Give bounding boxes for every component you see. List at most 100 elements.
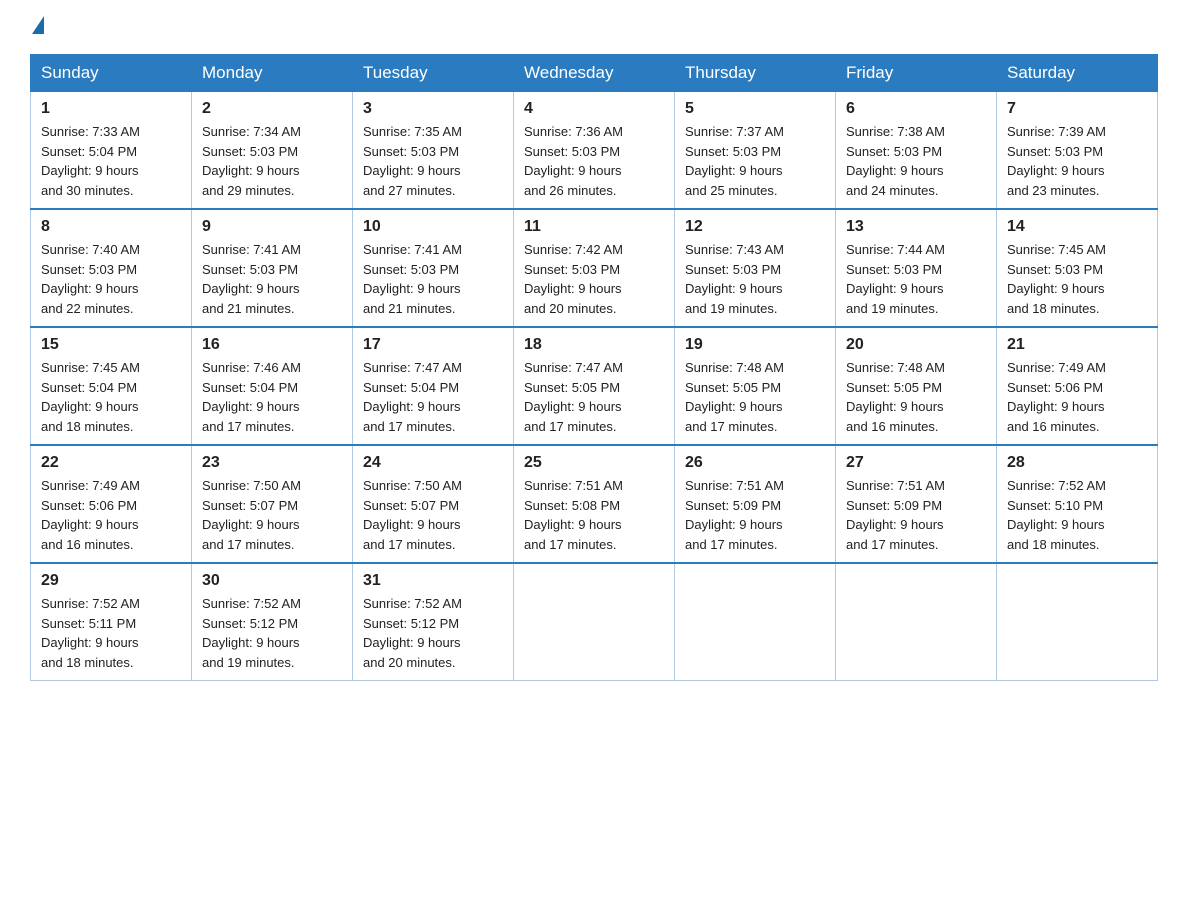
day-number: 24 xyxy=(363,454,503,472)
day-cell: 28 Sunrise: 7:52 AM Sunset: 5:10 PM Dayl… xyxy=(997,445,1158,563)
day-cell xyxy=(514,563,675,681)
day-number: 26 xyxy=(685,454,825,472)
day-info: Sunrise: 7:49 AM Sunset: 5:06 PM Dayligh… xyxy=(1007,358,1147,436)
header-cell-wednesday: Wednesday xyxy=(514,55,675,92)
day-number: 28 xyxy=(1007,454,1147,472)
day-info: Sunrise: 7:52 AM Sunset: 5:12 PM Dayligh… xyxy=(363,594,503,672)
week-row-1: 1 Sunrise: 7:33 AM Sunset: 5:04 PM Dayli… xyxy=(31,92,1158,210)
day-cell: 7 Sunrise: 7:39 AM Sunset: 5:03 PM Dayli… xyxy=(997,92,1158,210)
day-number: 13 xyxy=(846,218,986,236)
day-cell: 21 Sunrise: 7:49 AM Sunset: 5:06 PM Dayl… xyxy=(997,327,1158,445)
day-cell: 26 Sunrise: 7:51 AM Sunset: 5:09 PM Dayl… xyxy=(675,445,836,563)
day-number: 27 xyxy=(846,454,986,472)
day-number: 22 xyxy=(41,454,181,472)
day-number: 6 xyxy=(846,100,986,118)
day-cell: 1 Sunrise: 7:33 AM Sunset: 5:04 PM Dayli… xyxy=(31,92,192,210)
day-info: Sunrise: 7:43 AM Sunset: 5:03 PM Dayligh… xyxy=(685,240,825,318)
day-cell: 13 Sunrise: 7:44 AM Sunset: 5:03 PM Dayl… xyxy=(836,209,997,327)
day-info: Sunrise: 7:44 AM Sunset: 5:03 PM Dayligh… xyxy=(846,240,986,318)
page-header xyxy=(30,20,1158,34)
day-number: 3 xyxy=(363,100,503,118)
day-number: 4 xyxy=(524,100,664,118)
calendar-body: 1 Sunrise: 7:33 AM Sunset: 5:04 PM Dayli… xyxy=(31,92,1158,681)
day-info: Sunrise: 7:42 AM Sunset: 5:03 PM Dayligh… xyxy=(524,240,664,318)
day-info: Sunrise: 7:52 AM Sunset: 5:10 PM Dayligh… xyxy=(1007,476,1147,554)
day-cell: 17 Sunrise: 7:47 AM Sunset: 5:04 PM Dayl… xyxy=(353,327,514,445)
week-row-3: 15 Sunrise: 7:45 AM Sunset: 5:04 PM Dayl… xyxy=(31,327,1158,445)
day-number: 18 xyxy=(524,336,664,354)
day-info: Sunrise: 7:51 AM Sunset: 5:09 PM Dayligh… xyxy=(846,476,986,554)
day-info: Sunrise: 7:48 AM Sunset: 5:05 PM Dayligh… xyxy=(846,358,986,436)
week-row-4: 22 Sunrise: 7:49 AM Sunset: 5:06 PM Dayl… xyxy=(31,445,1158,563)
day-number: 17 xyxy=(363,336,503,354)
day-number: 2 xyxy=(202,100,342,118)
logo-triangle-icon xyxy=(32,16,44,34)
day-cell: 22 Sunrise: 7:49 AM Sunset: 5:06 PM Dayl… xyxy=(31,445,192,563)
day-cell: 4 Sunrise: 7:36 AM Sunset: 5:03 PM Dayli… xyxy=(514,92,675,210)
day-cell: 9 Sunrise: 7:41 AM Sunset: 5:03 PM Dayli… xyxy=(192,209,353,327)
day-info: Sunrise: 7:51 AM Sunset: 5:09 PM Dayligh… xyxy=(685,476,825,554)
header-cell-sunday: Sunday xyxy=(31,55,192,92)
day-cell: 18 Sunrise: 7:47 AM Sunset: 5:05 PM Dayl… xyxy=(514,327,675,445)
day-info: Sunrise: 7:35 AM Sunset: 5:03 PM Dayligh… xyxy=(363,122,503,200)
day-info: Sunrise: 7:36 AM Sunset: 5:03 PM Dayligh… xyxy=(524,122,664,200)
day-number: 7 xyxy=(1007,100,1147,118)
calendar-table: SundayMondayTuesdayWednesdayThursdayFrid… xyxy=(30,54,1158,681)
header-cell-saturday: Saturday xyxy=(997,55,1158,92)
day-info: Sunrise: 7:49 AM Sunset: 5:06 PM Dayligh… xyxy=(41,476,181,554)
day-info: Sunrise: 7:51 AM Sunset: 5:08 PM Dayligh… xyxy=(524,476,664,554)
header-row: SundayMondayTuesdayWednesdayThursdayFrid… xyxy=(31,55,1158,92)
day-cell: 23 Sunrise: 7:50 AM Sunset: 5:07 PM Dayl… xyxy=(192,445,353,563)
day-number: 9 xyxy=(202,218,342,236)
day-cell: 11 Sunrise: 7:42 AM Sunset: 5:03 PM Dayl… xyxy=(514,209,675,327)
day-info: Sunrise: 7:46 AM Sunset: 5:04 PM Dayligh… xyxy=(202,358,342,436)
day-number: 19 xyxy=(685,336,825,354)
day-info: Sunrise: 7:52 AM Sunset: 5:11 PM Dayligh… xyxy=(41,594,181,672)
day-info: Sunrise: 7:50 AM Sunset: 5:07 PM Dayligh… xyxy=(202,476,342,554)
day-number: 1 xyxy=(41,100,181,118)
day-info: Sunrise: 7:45 AM Sunset: 5:04 PM Dayligh… xyxy=(41,358,181,436)
day-info: Sunrise: 7:41 AM Sunset: 5:03 PM Dayligh… xyxy=(202,240,342,318)
day-number: 8 xyxy=(41,218,181,236)
day-info: Sunrise: 7:50 AM Sunset: 5:07 PM Dayligh… xyxy=(363,476,503,554)
day-number: 29 xyxy=(41,572,181,590)
day-number: 20 xyxy=(846,336,986,354)
day-cell: 16 Sunrise: 7:46 AM Sunset: 5:04 PM Dayl… xyxy=(192,327,353,445)
day-info: Sunrise: 7:40 AM Sunset: 5:03 PM Dayligh… xyxy=(41,240,181,318)
header-cell-monday: Monday xyxy=(192,55,353,92)
header-cell-thursday: Thursday xyxy=(675,55,836,92)
day-cell: 29 Sunrise: 7:52 AM Sunset: 5:11 PM Dayl… xyxy=(31,563,192,681)
day-cell: 15 Sunrise: 7:45 AM Sunset: 5:04 PM Dayl… xyxy=(31,327,192,445)
day-cell: 24 Sunrise: 7:50 AM Sunset: 5:07 PM Dayl… xyxy=(353,445,514,563)
day-info: Sunrise: 7:41 AM Sunset: 5:03 PM Dayligh… xyxy=(363,240,503,318)
header-cell-friday: Friday xyxy=(836,55,997,92)
day-info: Sunrise: 7:52 AM Sunset: 5:12 PM Dayligh… xyxy=(202,594,342,672)
day-number: 23 xyxy=(202,454,342,472)
day-number: 30 xyxy=(202,572,342,590)
day-info: Sunrise: 7:39 AM Sunset: 5:03 PM Dayligh… xyxy=(1007,122,1147,200)
day-number: 11 xyxy=(524,218,664,236)
day-cell xyxy=(836,563,997,681)
day-cell: 8 Sunrise: 7:40 AM Sunset: 5:03 PM Dayli… xyxy=(31,209,192,327)
day-cell xyxy=(675,563,836,681)
calendar-header: SundayMondayTuesdayWednesdayThursdayFrid… xyxy=(31,55,1158,92)
day-number: 21 xyxy=(1007,336,1147,354)
day-info: Sunrise: 7:33 AM Sunset: 5:04 PM Dayligh… xyxy=(41,122,181,200)
day-number: 12 xyxy=(685,218,825,236)
day-cell: 31 Sunrise: 7:52 AM Sunset: 5:12 PM Dayl… xyxy=(353,563,514,681)
day-number: 25 xyxy=(524,454,664,472)
day-cell: 20 Sunrise: 7:48 AM Sunset: 5:05 PM Dayl… xyxy=(836,327,997,445)
day-cell: 5 Sunrise: 7:37 AM Sunset: 5:03 PM Dayli… xyxy=(675,92,836,210)
day-number: 10 xyxy=(363,218,503,236)
day-number: 16 xyxy=(202,336,342,354)
day-info: Sunrise: 7:38 AM Sunset: 5:03 PM Dayligh… xyxy=(846,122,986,200)
day-info: Sunrise: 7:48 AM Sunset: 5:05 PM Dayligh… xyxy=(685,358,825,436)
logo xyxy=(30,20,44,34)
day-cell: 12 Sunrise: 7:43 AM Sunset: 5:03 PM Dayl… xyxy=(675,209,836,327)
day-cell: 19 Sunrise: 7:48 AM Sunset: 5:05 PM Dayl… xyxy=(675,327,836,445)
day-cell: 27 Sunrise: 7:51 AM Sunset: 5:09 PM Dayl… xyxy=(836,445,997,563)
day-info: Sunrise: 7:47 AM Sunset: 5:05 PM Dayligh… xyxy=(524,358,664,436)
day-number: 14 xyxy=(1007,218,1147,236)
day-info: Sunrise: 7:47 AM Sunset: 5:04 PM Dayligh… xyxy=(363,358,503,436)
day-cell: 25 Sunrise: 7:51 AM Sunset: 5:08 PM Dayl… xyxy=(514,445,675,563)
